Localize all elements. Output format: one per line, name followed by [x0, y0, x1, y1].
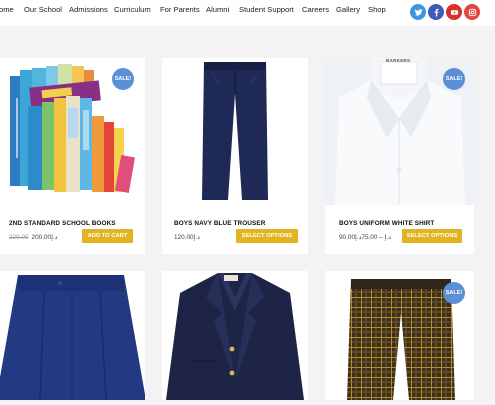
add-to-cart-button[interactable]: ADD TO CART — [82, 229, 133, 243]
product-price: 90.00 د.إ – 75.00د.إ — [339, 234, 391, 241]
nav-item-home[interactable]: ome — [0, 5, 14, 14]
product-price: 120.00د.إ — [174, 233, 200, 241]
nav-item-shop[interactable]: Shop — [368, 5, 386, 14]
nav-item-alumni[interactable]: Alumni — [206, 5, 229, 14]
product-card[interactable]: SALE! 2ND STANDARD SCHOOL BOOKS 220.00 20… — [0, 58, 145, 254]
sale-badge: SALE! — [443, 282, 465, 304]
nav-item-our-school[interactable]: Our School — [24, 5, 62, 14]
shirt-label-text: BARKERS — [386, 58, 411, 63]
product-image[interactable] — [162, 58, 308, 205]
nav-item-for-parents[interactable]: For Parents — [160, 5, 200, 14]
twitter-icon[interactable] — [410, 4, 426, 20]
product-card[interactable] — [162, 271, 308, 400]
currency-symbol: د.إ — [51, 234, 58, 241]
sale-price: 200.00 — [31, 234, 52, 241]
select-options-button[interactable]: SELECT OPTIONS — [236, 229, 298, 243]
product-card[interactable]: BOYS NAVY BLUE TROUSER 120.00د.إ SELECT … — [162, 58, 308, 254]
nav-item-curriculum[interactable]: Curriculum — [114, 5, 151, 14]
product-image[interactable] — [162, 271, 308, 400]
product-card[interactable] — [0, 271, 146, 401]
old-price: 220.00 — [9, 234, 29, 241]
nav-item-student-support[interactable]: Student Support — [239, 5, 294, 14]
top-navigation: ome Our School Admissions Curriculum For… — [0, 0, 495, 26]
product-card[interactable]: BARKERS SALE! BOYS UNIFORM WHITE SHIRT 9… — [325, 58, 474, 254]
currency-symbol: د.إ — [193, 234, 200, 241]
product-card[interactable]: SALE! — [325, 271, 474, 400]
select-options-button[interactable]: SELECT OPTIONS — [402, 229, 462, 243]
sale-badge: SALE! — [112, 68, 134, 90]
nav-item-gallery[interactable]: Gallery — [336, 5, 360, 14]
price-min: 90.00 — [339, 234, 355, 241]
product-price: 220.00 200.00د.إ — [9, 233, 58, 241]
facebook-icon[interactable] — [428, 4, 444, 20]
instagram-icon[interactable] — [464, 4, 480, 20]
product-image[interactable] — [0, 271, 146, 401]
product-name[interactable]: BOYS NAVY BLUE TROUSER — [174, 220, 265, 227]
nav-item-careers[interactable]: Careers — [302, 5, 329, 14]
nav-item-admissions[interactable]: Admissions — [69, 5, 108, 14]
product-name[interactable]: BOYS UNIFORM WHITE SHIRT — [339, 220, 434, 227]
currency-symbol: د.إ — [384, 234, 391, 241]
product-name[interactable]: 2ND STANDARD SCHOOL BOOKS — [9, 220, 116, 227]
price-value: 120.00 — [174, 234, 194, 241]
youtube-icon[interactable] — [446, 4, 462, 20]
sale-badge: SALE! — [443, 68, 465, 90]
price-max: 75.00 — [361, 234, 378, 241]
